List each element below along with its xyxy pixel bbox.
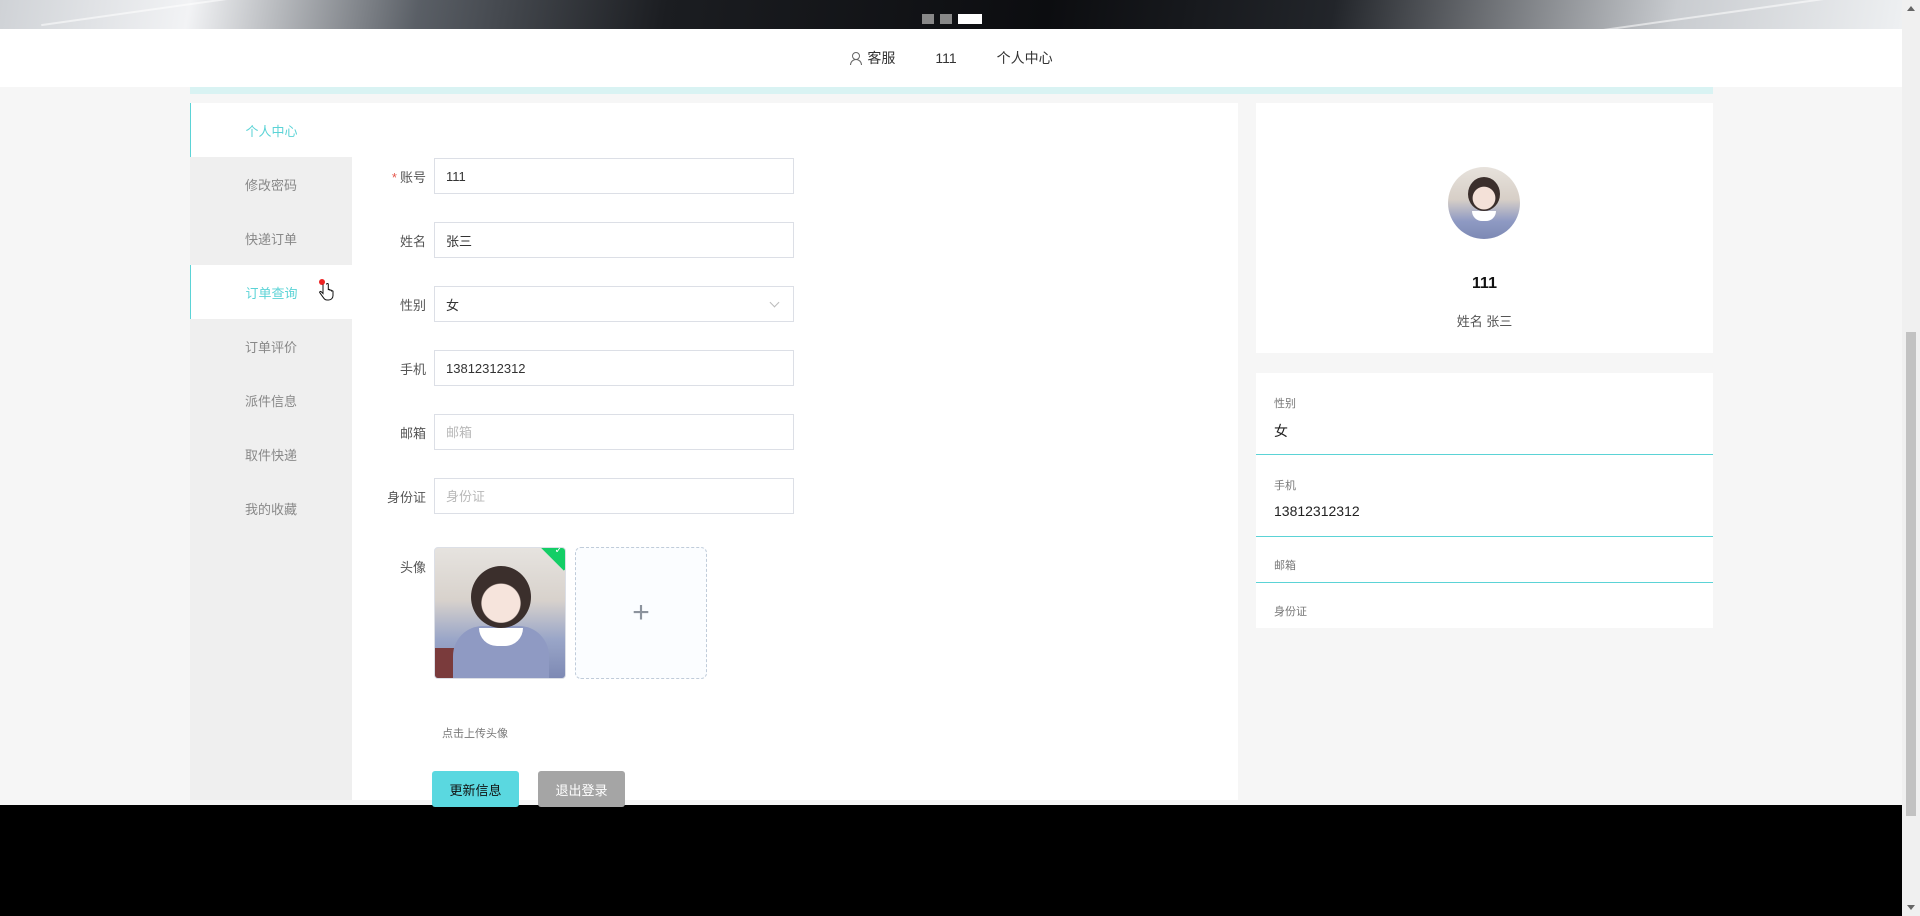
sidebar-item-order-query[interactable]: 订单查询: [190, 265, 352, 319]
upload-success-badge: ✓: [538, 547, 565, 571]
phone-row: 手机: [352, 350, 794, 386]
nav-personal-center[interactable]: 个人中心: [997, 48, 1053, 68]
sidebar-item-label: 个人中心: [245, 123, 298, 139]
phone-input[interactable]: [434, 350, 794, 386]
hand-cursor-icon: [319, 283, 334, 301]
sidebar: 个人中心 修改密码 快递订单 订单查询 订单评价 派件信息 取件快递 我的收藏: [190, 103, 352, 800]
profile-form: *账号 姓名 性别 女 手机 邮箱 身份证 头像: [352, 103, 1238, 807]
top-nav: 客服 111 个人中心: [0, 29, 1902, 87]
info-email: 邮箱: [1256, 537, 1713, 583]
account-row: * 账号: [352, 158, 794, 194]
account-label: * 账号: [352, 167, 434, 186]
name-row: 姓名: [352, 222, 794, 258]
sidebar-item-personal-center[interactable]: 个人中心: [190, 103, 352, 157]
account-label-text: 账号: [399, 169, 426, 185]
phone-label: 手机: [399, 361, 426, 377]
email-row: 邮箱: [352, 414, 794, 450]
info-gender-label: 性别: [1274, 398, 1296, 410]
profile-name: 姓名 张三: [1456, 314, 1513, 329]
info-id-card: 身份证: [1256, 583, 1713, 629]
avatar-label: 头像: [399, 560, 426, 575]
id-card-row: 身份证: [352, 478, 794, 514]
info-phone-label: 手机: [1274, 480, 1296, 492]
id-card-label: 身份证: [386, 489, 426, 505]
profile-card: 111 姓名 张三: [1256, 103, 1713, 353]
sidebar-item-label: 取件快递: [244, 447, 297, 463]
nav-personal-center-label: 个人中心: [996, 50, 1053, 66]
page-body: 个人中心 修改密码 快递订单 订单查询 订单评价 派件信息 取件快递 我的收藏 …: [0, 87, 1902, 807]
info-gender: 性别 女: [1256, 373, 1713, 455]
carousel-dot-3[interactable]: [958, 14, 982, 24]
info-email-label: 邮箱: [1274, 560, 1296, 572]
email-input[interactable]: [434, 414, 794, 450]
sidebar-item-express-orders[interactable]: 快递订单: [190, 211, 352, 265]
sidebar-item-order-review[interactable]: 订单评价: [190, 319, 352, 373]
upload-hint: 点击上传头像: [442, 728, 508, 740]
gender-select-value: 女: [446, 297, 460, 313]
sidebar-item-change-password[interactable]: 修改密码: [190, 157, 352, 211]
name-label: 姓名: [399, 233, 426, 249]
accent-strip: [190, 87, 1713, 94]
logout-button[interactable]: 退出登录: [538, 771, 625, 807]
info-gender-value: 女: [1274, 423, 1288, 439]
page-scrollbar[interactable]: [1902, 0, 1920, 916]
sidebar-item-favorites[interactable]: 我的收藏: [190, 481, 352, 535]
id-card-input[interactable]: [434, 478, 794, 514]
carousel-dot-2[interactable]: [940, 14, 952, 24]
sidebar-item-label: 修改密码: [244, 177, 297, 193]
sidebar-item-label: 我的收藏: [244, 501, 297, 517]
info-phone: 手机 13812312312: [1256, 455, 1713, 537]
chevron-down-icon: [769, 297, 780, 307]
avatar-upload-button[interactable]: +: [575, 547, 707, 679]
nav-username[interactable]: 111: [935, 50, 956, 66]
scroll-up-arrow-icon[interactable]: [1907, 6, 1915, 11]
sidebar-item-delivery-info[interactable]: 派件信息: [190, 373, 352, 427]
carousel-banner: [0, 0, 1902, 29]
avatar: [1448, 167, 1520, 239]
required-mark: *: [391, 169, 397, 185]
sidebar-item-label: 快递订单: [244, 231, 297, 247]
profile-username: 111: [1472, 275, 1497, 292]
gender-select[interactable]: 女: [434, 286, 794, 322]
user-icon: [849, 51, 863, 65]
avatar-thumbnail[interactable]: ✓: [434, 547, 566, 679]
carousel-indicators: [922, 14, 982, 24]
nav-username-label: 111: [935, 50, 957, 66]
info-card: 性别 女 手机 13812312312 邮箱 身份证: [1256, 373, 1713, 628]
info-id-card-label: 身份证: [1274, 606, 1307, 618]
sidebar-item-pickup-express[interactable]: 取件快递: [190, 427, 352, 481]
scroll-down-arrow-icon[interactable]: [1907, 905, 1915, 910]
email-label: 邮箱: [399, 425, 426, 441]
carousel-dot-1[interactable]: [922, 14, 934, 24]
account-input[interactable]: [434, 158, 794, 194]
name-input[interactable]: [434, 222, 794, 258]
nav-customer-service[interactable]: 客服: [849, 48, 895, 68]
update-info-button[interactable]: 更新信息: [432, 771, 519, 807]
sidebar-item-label: 派件信息: [244, 393, 297, 409]
nav-customer-service-label: 客服: [867, 50, 896, 66]
gender-row: 性别 女: [352, 286, 794, 322]
avatar-row: 头像 ✓ +: [352, 547, 707, 679]
sidebar-item-label: 订单查询: [245, 285, 298, 301]
gender-label: 性别: [399, 297, 426, 313]
info-phone-value: 13812312312: [1274, 503, 1360, 519]
plus-icon: +: [632, 596, 650, 629]
check-icon: ✓: [554, 547, 563, 557]
sidebar-item-label: 订单评价: [244, 339, 297, 355]
scrollbar-thumb[interactable]: [1906, 332, 1916, 816]
